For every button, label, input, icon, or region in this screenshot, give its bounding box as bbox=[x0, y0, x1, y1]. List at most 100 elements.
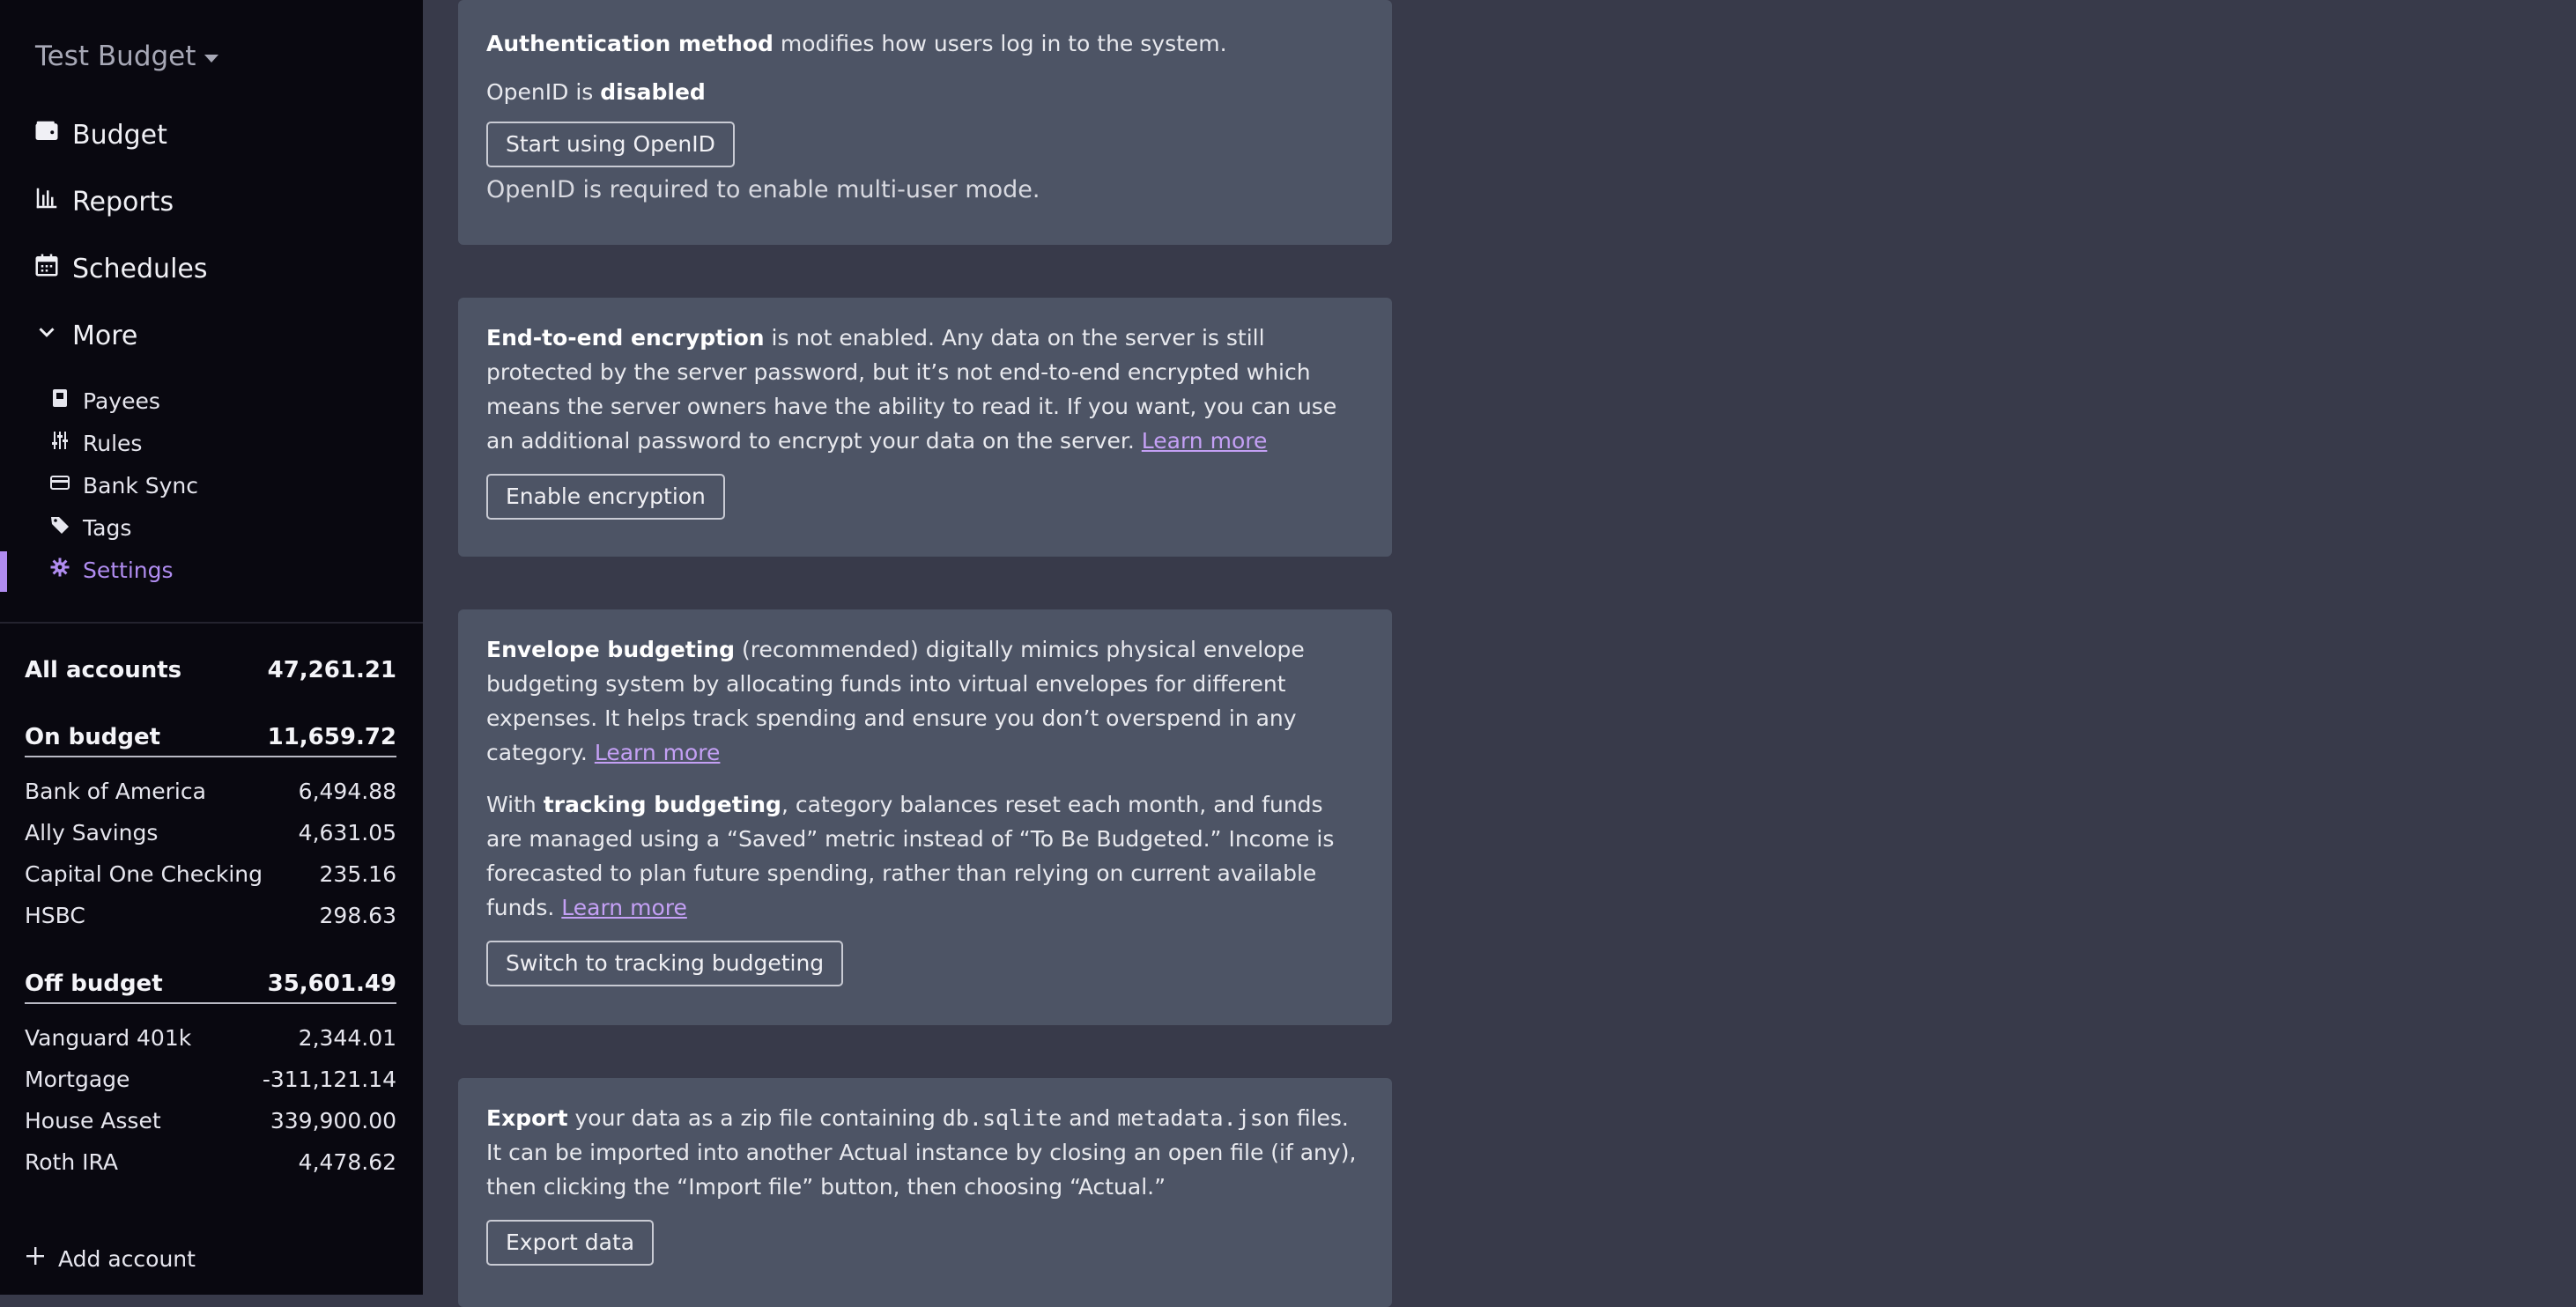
account-balance: 298.63 bbox=[319, 903, 396, 928]
nav-more-label: More bbox=[72, 320, 138, 351]
off-budget-group[interactable]: Off budget 35,601.49 bbox=[25, 971, 396, 1004]
budget-name: Test Budget bbox=[35, 41, 196, 72]
account-name: Capital One Checking bbox=[25, 861, 263, 887]
export-data-button[interactable]: Export data bbox=[486, 1220, 655, 1266]
nav-schedules[interactable]: Schedules bbox=[33, 252, 208, 285]
sidebar: Test Budget Budget Reports Schedules Mor… bbox=[0, 0, 423, 1295]
gear-icon bbox=[49, 557, 70, 583]
openid-status-prefix: OpenID is bbox=[486, 79, 601, 105]
account-row[interactable]: Ally Savings 4,631.05 bbox=[25, 820, 396, 845]
tracking-description: With tracking budgeting, category balanc… bbox=[486, 787, 1364, 925]
account-balance: 4,478.62 bbox=[298, 1149, 396, 1175]
nav-budget[interactable]: Budget bbox=[33, 118, 167, 151]
nav-tags[interactable]: Tags bbox=[49, 514, 131, 541]
tag-icon bbox=[49, 514, 70, 541]
calendar-icon bbox=[33, 252, 60, 285]
export-code-db: db.sqlite bbox=[942, 1105, 1062, 1131]
nav-bank-sync-label: Bank Sync bbox=[83, 472, 198, 498]
account-balance: 4,631.05 bbox=[298, 820, 396, 845]
active-indicator bbox=[0, 551, 7, 592]
openid-status: OpenID is disabled bbox=[486, 75, 1364, 109]
account-row[interactable]: Capital One Checking 235.16 bbox=[25, 861, 396, 887]
account-row[interactable]: Mortgage -311,121.14 bbox=[25, 1067, 396, 1092]
export-card: Export your data as a zip file containin… bbox=[458, 1078, 1392, 1307]
caret-down-icon bbox=[204, 54, 219, 63]
account-row[interactable]: HSBC 298.63 bbox=[25, 903, 396, 928]
openid-note: OpenID is required to enable multi-user … bbox=[486, 176, 1040, 203]
tracking-prefix: With bbox=[486, 792, 544, 817]
all-accounts-value: 47,261.21 bbox=[267, 657, 396, 683]
tracking-title: tracking budgeting bbox=[543, 792, 781, 817]
nav-bank-sync[interactable]: Bank Sync bbox=[49, 472, 198, 498]
nav-rules[interactable]: Rules bbox=[49, 430, 142, 456]
export-title: Export bbox=[486, 1105, 568, 1131]
sliders-icon bbox=[49, 430, 70, 456]
nav-settings[interactable]: Settings bbox=[49, 557, 174, 583]
off-budget-value: 35,601.49 bbox=[267, 971, 396, 997]
nav-rules-label: Rules bbox=[83, 430, 143, 456]
account-name: Roth IRA bbox=[25, 1149, 118, 1175]
tracking-learn-more-link[interactable]: Learn more bbox=[561, 895, 687, 920]
nav-reports[interactable]: Reports bbox=[33, 185, 174, 218]
sidebar-divider bbox=[0, 622, 423, 624]
export-text-2: and bbox=[1062, 1105, 1118, 1131]
account-row[interactable]: Roth IRA 4,478.62 bbox=[25, 1149, 396, 1175]
envelope-learn-more-link[interactable]: Learn more bbox=[595, 740, 721, 765]
bar-chart-icon bbox=[33, 185, 60, 218]
account-row[interactable]: House Asset 339,900.00 bbox=[25, 1108, 396, 1133]
auth-title: Authentication method bbox=[486, 31, 774, 56]
budgeting-card: Envelope budgeting (recommended) digital… bbox=[458, 609, 1392, 1025]
account-balance: 2,344.01 bbox=[298, 1025, 396, 1051]
nav-settings-label: Settings bbox=[83, 557, 174, 583]
auth-card: Authentication method modifies how users… bbox=[458, 0, 1392, 245]
account-balance: 235.16 bbox=[319, 861, 396, 887]
nav-reports-label: Reports bbox=[72, 186, 174, 218]
account-balance: 6,494.88 bbox=[298, 779, 396, 804]
openid-status-value: disabled bbox=[600, 79, 706, 105]
account-name: Vanguard 401k bbox=[25, 1025, 192, 1051]
encryption-title: End-to-end encryption bbox=[486, 325, 765, 351]
auth-text: modifies how users log in to the system. bbox=[773, 31, 1227, 56]
account-balance: -311,121.14 bbox=[262, 1067, 396, 1092]
chevron-down-icon bbox=[33, 319, 60, 352]
on-budget-value: 11,659.72 bbox=[267, 724, 396, 750]
enable-encryption-button[interactable]: Enable encryption bbox=[486, 474, 725, 520]
nav-payees[interactable]: Payees bbox=[49, 388, 160, 414]
credit-card-icon bbox=[49, 472, 70, 498]
account-row[interactable]: Vanguard 401k 2,344.01 bbox=[25, 1025, 396, 1051]
envelope-title: Envelope budgeting bbox=[486, 637, 736, 662]
nav-tags-label: Tags bbox=[83, 514, 132, 541]
account-name: House Asset bbox=[25, 1108, 161, 1133]
off-budget-label: Off budget bbox=[25, 971, 163, 997]
envelope-description: Envelope budgeting (recommended) digital… bbox=[486, 632, 1364, 770]
nav-budget-label: Budget bbox=[72, 119, 167, 151]
nav-more[interactable]: More bbox=[33, 319, 137, 352]
export-text-1: your data as a zip file containing bbox=[567, 1105, 943, 1131]
payees-icon bbox=[49, 388, 70, 414]
account-name: Ally Savings bbox=[25, 820, 159, 845]
switch-tracking-budgeting-button[interactable]: Switch to tracking budgeting bbox=[486, 941, 844, 986]
on-budget-label: On budget bbox=[25, 724, 161, 750]
encryption-card: End-to-end encryption is not enabled. An… bbox=[458, 298, 1392, 557]
export-code-metadata: metadata.json bbox=[1117, 1105, 1290, 1131]
all-accounts[interactable]: All accounts 47,261.21 bbox=[25, 657, 396, 683]
add-account-label: Add account bbox=[58, 1245, 196, 1272]
plus-icon bbox=[25, 1245, 46, 1272]
on-budget-group[interactable]: On budget 11,659.72 bbox=[25, 724, 396, 757]
account-name: HSBC bbox=[25, 903, 85, 928]
add-account-button[interactable]: Add account bbox=[25, 1245, 196, 1272]
budget-selector[interactable]: Test Budget bbox=[35, 41, 219, 72]
auth-description: Authentication method modifies how users… bbox=[486, 26, 1364, 61]
account-row[interactable]: Bank of America 6,494.88 bbox=[25, 779, 396, 804]
all-accounts-label: All accounts bbox=[25, 657, 182, 683]
account-balance: 339,900.00 bbox=[270, 1108, 396, 1133]
encryption-description: End-to-end encryption is not enabled. An… bbox=[486, 321, 1364, 458]
encryption-learn-more-link[interactable]: Learn more bbox=[1142, 428, 1268, 454]
start-openid-button[interactable]: Start using OpenID bbox=[486, 122, 735, 167]
wallet-icon bbox=[33, 118, 60, 151]
account-name: Bank of America bbox=[25, 779, 206, 804]
nav-payees-label: Payees bbox=[83, 388, 160, 414]
export-description: Export your data as a zip file containin… bbox=[486, 1101, 1364, 1204]
nav-schedules-label: Schedules bbox=[72, 253, 208, 284]
account-name: Mortgage bbox=[25, 1067, 130, 1092]
